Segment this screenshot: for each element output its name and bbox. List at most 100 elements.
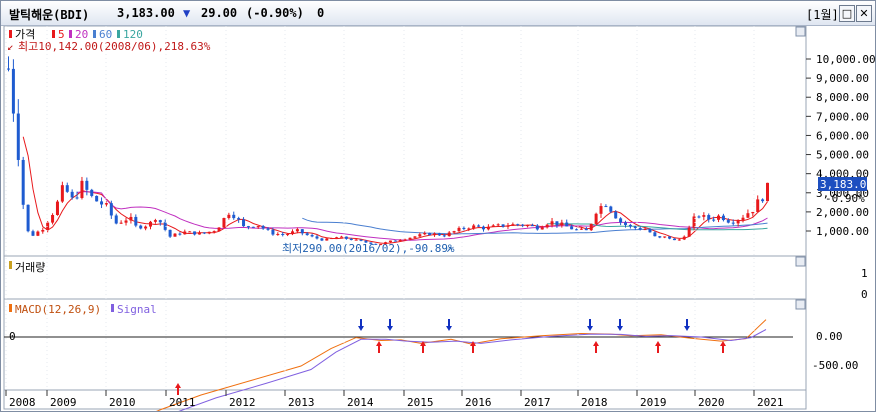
volume-panel [3, 255, 807, 300]
candle-body [648, 229, 652, 233]
legend-ma60-swatch [93, 30, 96, 38]
candle [26, 204, 30, 233]
legend-macd-swatch [9, 304, 12, 312]
candle-body [712, 219, 716, 221]
candle-body [565, 222, 569, 227]
candle-body [398, 239, 402, 241]
candle-body [766, 182, 769, 202]
candle-body [633, 226, 637, 228]
candle-body [364, 240, 368, 243]
legend-ma120-swatch [117, 30, 120, 38]
candle-body [501, 224, 505, 227]
candle-body [36, 231, 40, 236]
candle-body [467, 228, 471, 230]
candle-body [506, 225, 510, 227]
legend-price-swatch [9, 30, 12, 38]
candle-body [349, 238, 353, 241]
candle-body [570, 226, 574, 230]
candle-body [335, 237, 339, 239]
macd-panel-menu-icon[interactable] [795, 299, 806, 310]
candle-body [41, 229, 45, 232]
candle-body [149, 221, 153, 227]
candle-body [408, 237, 412, 240]
volume-tick-1: 1 [861, 267, 868, 280]
candle-body [481, 226, 485, 230]
candle-body [741, 217, 745, 221]
candle-body [158, 220, 162, 223]
price-tick-label: 2,000.00 [816, 206, 869, 219]
candle-body [144, 226, 148, 229]
candle-body [550, 221, 554, 225]
candle-body [315, 236, 319, 239]
price-panel-menu-icon[interactable] [795, 26, 806, 37]
legend-ma20-swatch [69, 30, 72, 38]
candle-body [403, 239, 407, 241]
macd-tick-neg500: -500.00 [812, 359, 858, 372]
candle-body [447, 232, 451, 237]
candle-body [330, 238, 334, 240]
price-y-axis: 10,000.00 9,000.00 8,000.00 7,000.00 6,000.0… [806, 53, 876, 238]
candle-body [643, 229, 647, 231]
candle-body [266, 228, 270, 230]
max-marker-icon: ↙ [7, 40, 14, 53]
candle-body [232, 214, 236, 219]
candle-body [75, 197, 79, 199]
candle-body [594, 213, 598, 224]
candle-body [428, 233, 432, 236]
candle-body [521, 224, 525, 226]
candle-body [413, 236, 417, 238]
candle-body [7, 68, 10, 70]
candle-body [26, 204, 30, 232]
candle-body [286, 234, 290, 236]
candle-body [207, 231, 211, 234]
candle-body [609, 206, 613, 212]
candle-body [751, 211, 755, 214]
candle-body [672, 238, 676, 241]
volume-panel-menu-icon[interactable] [795, 256, 806, 267]
min-marker-icon: ↗ [446, 242, 453, 255]
candle-body [707, 215, 711, 220]
candle-body [511, 224, 515, 226]
candle-body [95, 195, 99, 202]
candle [95, 195, 99, 202]
candle-body [717, 215, 721, 220]
candle-body [374, 243, 378, 245]
candle-body [51, 215, 55, 223]
candle-body [291, 231, 295, 235]
candle-body [197, 232, 201, 235]
candle-body [134, 216, 138, 226]
candle-body [658, 236, 662, 238]
candle-body [100, 201, 104, 205]
x-tick-label: 2014 [347, 396, 374, 409]
candle-body [251, 226, 255, 228]
candle-body [677, 239, 681, 241]
candle-body [584, 228, 588, 231]
chart-canvas[interactable]: 가격 5 20 60 120 ↙ 최고10,142.00(2008/06),21… [1, 25, 876, 414]
change-value: 29.00 [201, 6, 238, 20]
candle-body [55, 201, 59, 216]
candle-body [85, 180, 89, 190]
candle-body [153, 220, 157, 222]
candle-body [354, 239, 358, 241]
maximize-icon[interactable]: □ [839, 5, 855, 22]
candle-body [70, 191, 74, 198]
candle-body [227, 214, 231, 219]
period-selector[interactable]: [1월] [806, 6, 839, 23]
candle-body [310, 235, 314, 237]
price-tick-label: 10,000.00 [816, 53, 875, 66]
candle-body [619, 218, 623, 223]
candle-body [359, 239, 363, 241]
close-icon[interactable]: ✕ [856, 5, 872, 22]
candle-body [202, 232, 206, 234]
candle-body [721, 215, 725, 221]
candle-body [433, 233, 437, 236]
change-percent: (-0.90%) [246, 6, 304, 20]
x-tick-label: 2012 [229, 396, 256, 409]
candle-body [530, 225, 534, 227]
candle-body [188, 231, 192, 233]
candle-body [663, 236, 667, 238]
volume-tick-0: 0 [861, 288, 868, 301]
x-tick-label: 2011 [169, 396, 196, 409]
macd-tick-0: 0.00 [816, 330, 843, 343]
candle-body [325, 238, 329, 241]
